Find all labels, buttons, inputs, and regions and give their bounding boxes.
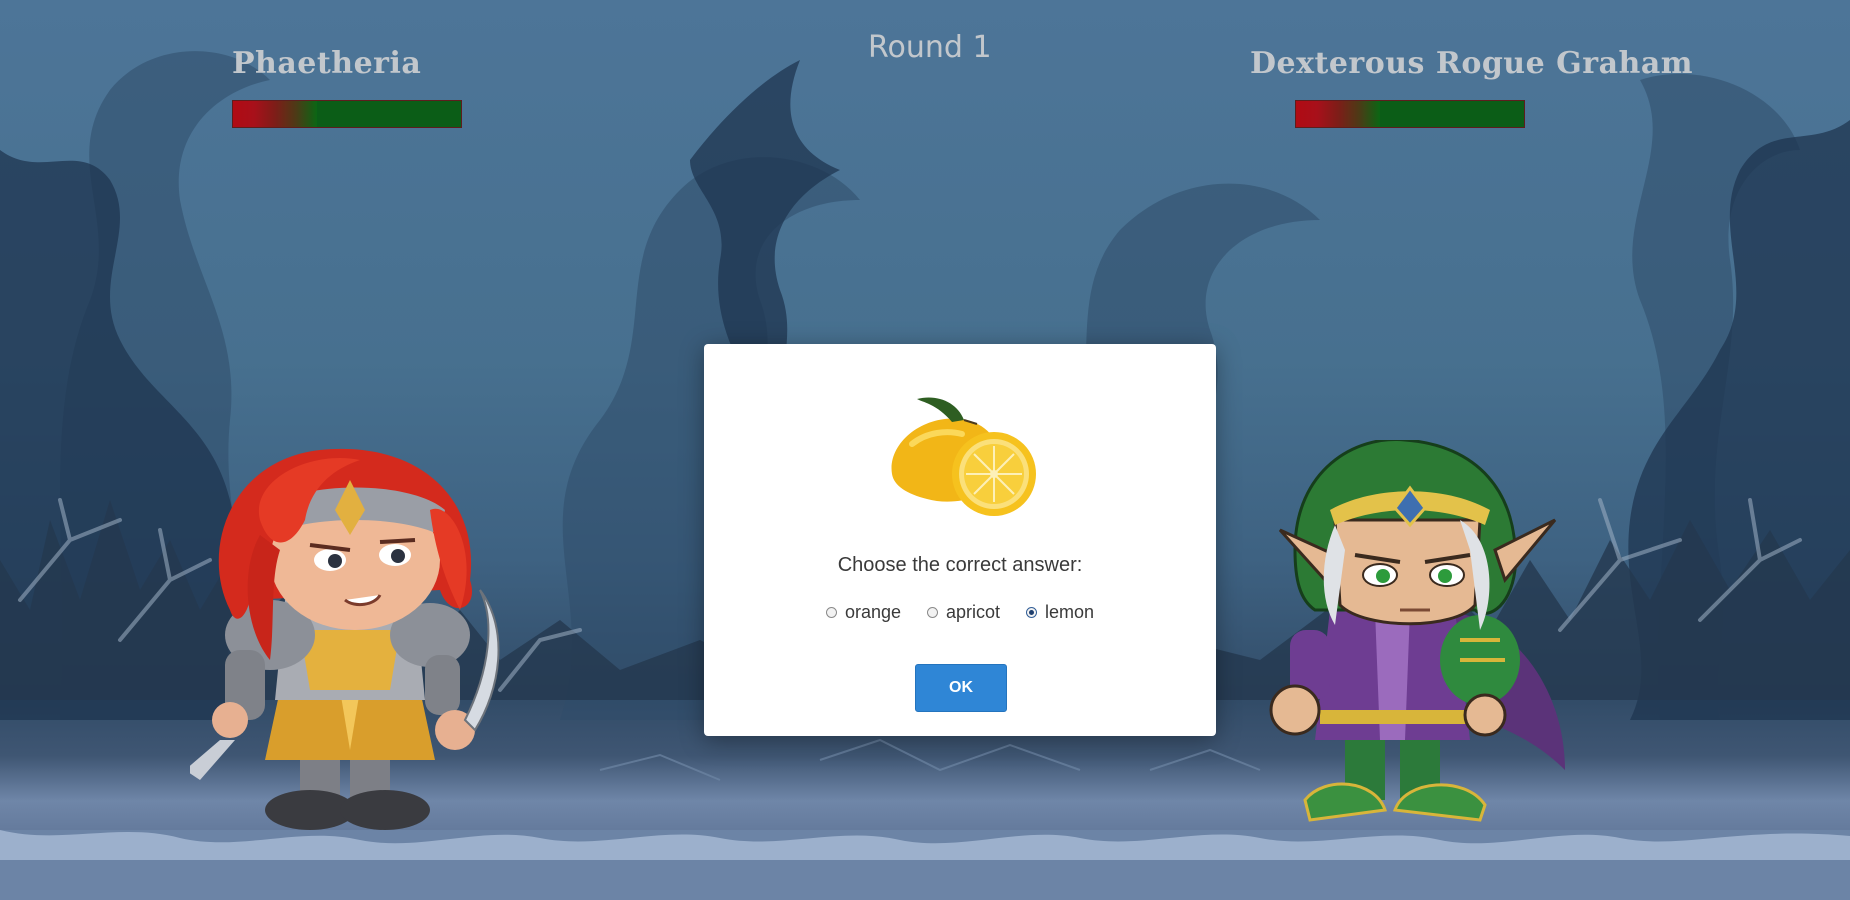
radio-orange[interactable] bbox=[825, 607, 837, 618]
answer-option-apricot[interactable]: apricot bbox=[927, 602, 1000, 623]
answer-label-lemon: lemon bbox=[1045, 602, 1095, 622]
player-character bbox=[190, 448, 500, 830]
enemy-health-bar bbox=[1295, 100, 1525, 128]
radio-apricot[interactable] bbox=[927, 607, 938, 618]
quiz-dialog: Choose the correct answer: orange aprico… bbox=[704, 344, 1216, 736]
answer-option-lemon[interactable]: lemon bbox=[1026, 602, 1094, 623]
player-name: Phaetheria bbox=[232, 46, 422, 81]
player-health-damage bbox=[233, 101, 317, 127]
player-health-bar bbox=[232, 100, 462, 128]
enemy-name: Dexterous Rogue Graham bbox=[1250, 46, 1694, 81]
enemy-character bbox=[1269, 440, 1565, 822]
enemy-health-damage bbox=[1296, 101, 1380, 127]
answer-label-orange: orange bbox=[844, 602, 901, 622]
answer-options: orange apricot lemon bbox=[704, 602, 1216, 623]
ok-button[interactable]: OK bbox=[915, 664, 1007, 712]
lemon-image bbox=[891, 397, 1036, 516]
battle-scene: Phaetheria Round 1 Dexterous Rogue Graha… bbox=[0, 0, 1850, 900]
radio-lemon[interactable] bbox=[1026, 607, 1038, 618]
answer-option-orange[interactable]: orange bbox=[825, 602, 901, 623]
answer-label-apricot: apricot bbox=[946, 602, 1001, 622]
quiz-question: Choose the correct answer: bbox=[837, 554, 1083, 576]
round-label: Round 1 bbox=[868, 30, 992, 65]
